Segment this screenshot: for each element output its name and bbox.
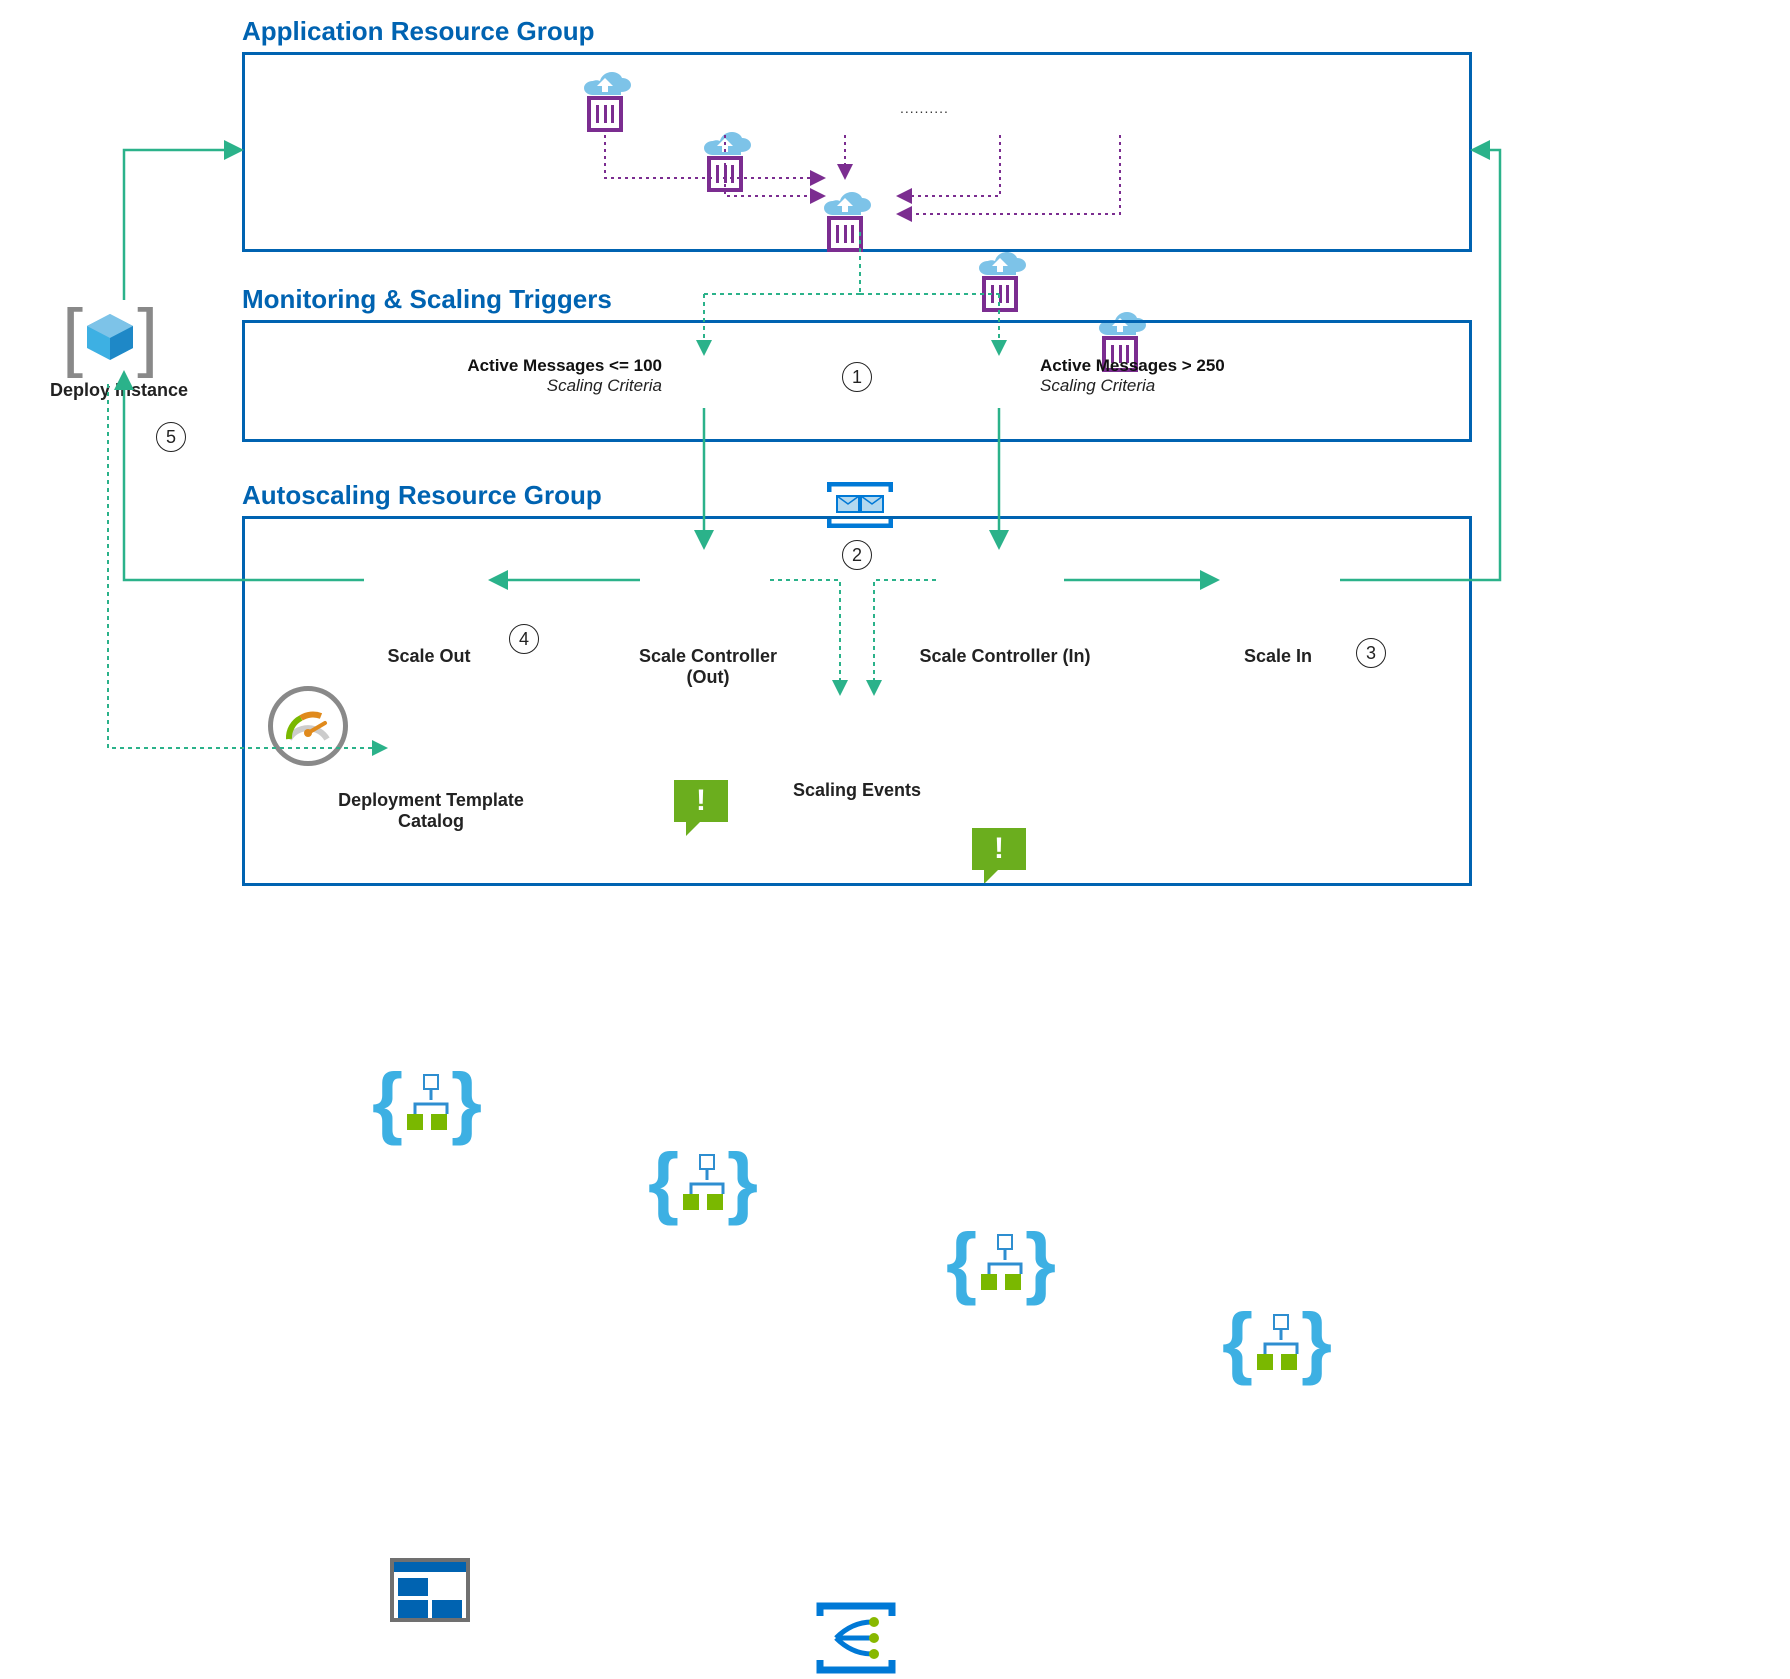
deploy-instance-label: Deploy Instance: [44, 380, 194, 401]
scale-ctrl-in-label: Scale Controller (In): [900, 646, 1110, 667]
step-3-marker: 3: [1356, 638, 1386, 668]
criteria-low-sub: Scaling Criteria: [452, 376, 662, 396]
scale-ctrl-in-logicapp: { }: [946, 1222, 1056, 1302]
compute-instance-3: [815, 192, 875, 252]
step-4-marker: 4: [509, 624, 539, 654]
criteria-high: Active Messages > 250 Scaling Criteria: [1040, 356, 1290, 396]
scale-in-logicapp: { }: [1222, 1302, 1332, 1382]
compute-instance-2: [695, 132, 755, 192]
criteria-high-sub: Scaling Criteria: [1040, 376, 1290, 396]
criteria-low-rule: Active Messages <= 100: [452, 356, 662, 376]
step-5-marker: 5: [156, 422, 186, 452]
scale-ctrl-out-label: Scale Controller (Out): [620, 646, 796, 688]
instances-ellipsis: ..........: [900, 100, 949, 116]
monitor-group-title: Monitoring & Scaling Triggers: [242, 284, 612, 315]
scale-ctrl-out-logicapp: { }: [648, 1142, 758, 1222]
scale-in-label: Scale In: [1218, 646, 1338, 667]
template-catalog-icon: [390, 1558, 470, 1622]
criteria-low: Active Messages <= 100 Scaling Criteria: [452, 356, 662, 396]
compute-instance-1: [575, 72, 635, 132]
app-group-title: Application Resource Group: [242, 16, 595, 47]
scale-out-logicapp: { }: [372, 1062, 482, 1142]
scaling-events-icon: [816, 1602, 896, 1674]
compute-instance-4: [970, 252, 1030, 312]
step-2-marker: 2: [842, 540, 872, 570]
scaling-events-label: Scaling Events: [792, 780, 922, 801]
deploy-instance-icon: [ ]: [62, 302, 158, 372]
scale-out-label: Scale Out: [364, 646, 494, 667]
criteria-high-rule: Active Messages > 250: [1040, 356, 1290, 376]
template-catalog-label: Deployment Template Catalog: [336, 790, 526, 832]
autoscale-group-title: Autoscaling Resource Group: [242, 480, 602, 511]
step-1-marker: 1: [842, 362, 872, 392]
